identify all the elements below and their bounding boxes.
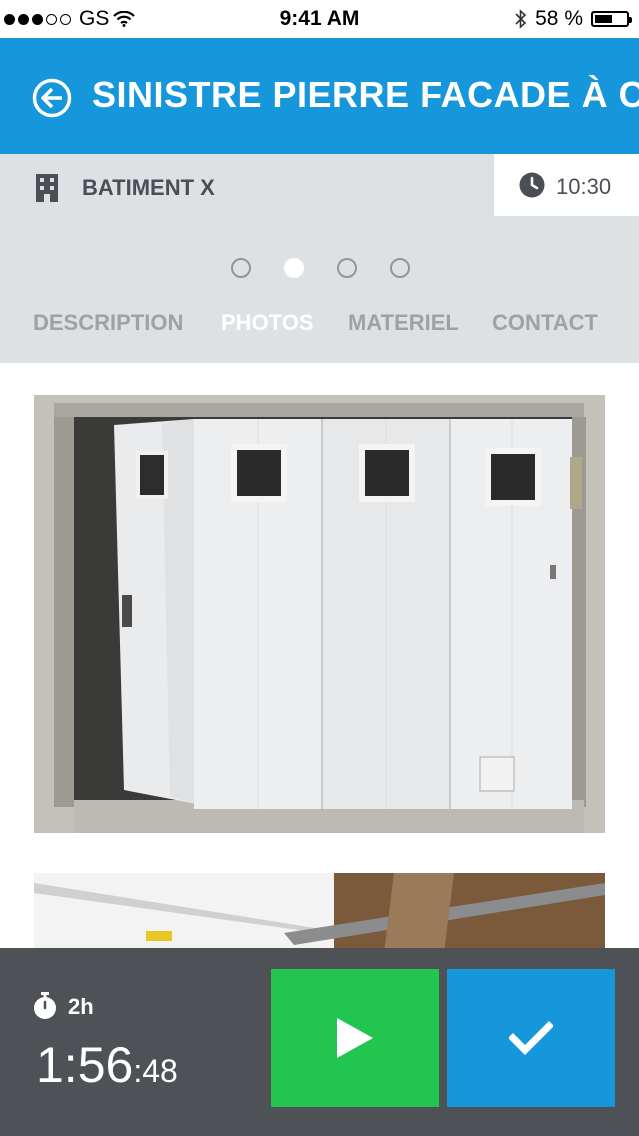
page-dot-2[interactable] — [284, 258, 304, 278]
appointment-time-box: 10:30 — [494, 154, 639, 216]
building-label: BATIMENT X — [82, 175, 215, 200]
section-tabs: DESCRIPTION PHOTOS MATERIEL CONTACT — [0, 310, 639, 340]
status-bar: GS 9:41 AM 58 % — [0, 0, 639, 38]
clock-icon — [519, 172, 545, 198]
check-icon — [509, 1021, 553, 1055]
info-panel: BATIMENT X 10:30 DESCRIPTION PHOTOS MATE… — [0, 154, 639, 363]
validate-button[interactable] — [447, 969, 615, 1107]
timer-main: 1:56 — [36, 1037, 134, 1093]
back-circle-arrow-icon[interactable] — [32, 78, 72, 118]
battery-percent: 58 % — [535, 7, 583, 30]
building-icon — [36, 174, 58, 202]
garage-door-photo[interactable] — [34, 395, 605, 833]
page-dot-4[interactable] — [390, 258, 410, 278]
stopwatch-icon — [34, 992, 56, 1019]
tab-description[interactable]: DESCRIPTION — [33, 310, 183, 336]
page-indicator — [0, 258, 639, 280]
tab-materiel[interactable]: MATERIEL — [348, 310, 459, 336]
page-dot-3[interactable] — [337, 258, 357, 278]
bluetooth-icon — [515, 9, 527, 29]
timer-seconds: :48 — [133, 1053, 178, 1089]
page-dot-1[interactable] — [231, 258, 251, 278]
garage-ceiling-photo[interactable] — [34, 873, 605, 953]
app-header: SINISTRE PIERRE FACADE À COTÉ — [0, 38, 639, 154]
page-title: SINISTRE PIERRE FACADE À COTÉ — [92, 74, 639, 115]
status-right: 58 % — [515, 7, 632, 31]
play-button[interactable] — [271, 969, 439, 1107]
battery-icon — [591, 11, 632, 27]
play-icon — [337, 1018, 373, 1058]
elapsed-timer: 1:56:48 — [36, 1036, 178, 1094]
appointment-time: 10:30 — [556, 174, 612, 199]
tab-contact[interactable]: CONTACT — [492, 310, 598, 336]
planned-duration: 2h — [68, 994, 94, 1019]
tab-photos[interactable]: PHOTOS — [221, 310, 314, 336]
timer-bar: 2h 1:56:48 — [0, 948, 639, 1136]
